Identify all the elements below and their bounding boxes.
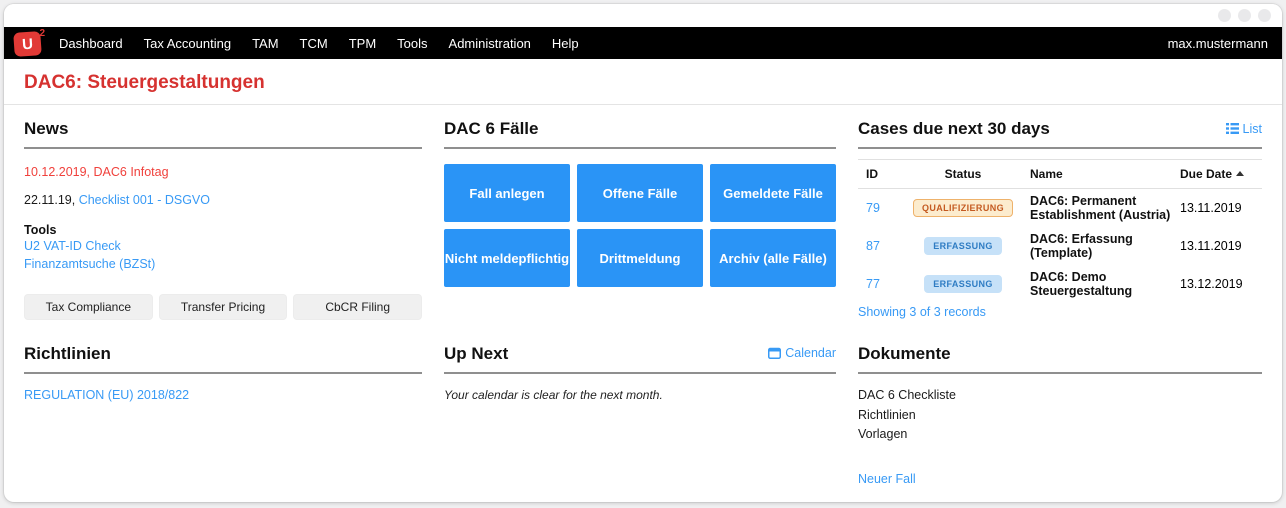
- dac6-faelle-title: DAC 6 Fälle: [444, 119, 538, 139]
- news-item-checklist-link[interactable]: Checklist 001 - DSGVO: [79, 193, 210, 207]
- tile-fall-anlegen[interactable]: Fall anlegen: [444, 164, 570, 222]
- window-titlebar: [4, 4, 1282, 27]
- logo-superscript: 2: [39, 28, 45, 39]
- nav-menu: Dashboard Tax Accounting TAM TCM TPM Too…: [59, 36, 579, 51]
- section-divider: [24, 147, 422, 149]
- user-menu[interactable]: max.mustermann: [1168, 36, 1268, 51]
- main-navbar: U 2 Dashboard Tax Accounting TAM TCM TPM…: [4, 27, 1282, 59]
- dac6-tiles: Fall anlegen Offene Fälle Gemeldete Fäll…: [444, 164, 836, 287]
- case-due-date: 13.11.2019: [1176, 227, 1262, 265]
- table-row: 79 QUALIFIZIERUNG DAC6: Permanent Establ…: [858, 189, 1262, 228]
- section-divider: [444, 147, 836, 149]
- news-section: News 10.12.2019, DAC6 Infotag 22.11.19, …: [24, 119, 422, 320]
- status-badge: ERFASSUNG: [924, 237, 1002, 255]
- nav-item-help[interactable]: Help: [552, 36, 579, 51]
- up-next-section: Up Next Calendar Your calendar is clear …: [444, 344, 836, 488]
- section-divider: [444, 372, 836, 374]
- app-logo[interactable]: U 2: [14, 30, 45, 57]
- document-item-checkliste[interactable]: DAC 6 Checkliste: [858, 386, 1262, 405]
- window-control-button[interactable]: [1218, 9, 1231, 22]
- dashboard-grid: News 10.12.2019, DAC6 Infotag 22.11.19, …: [4, 105, 1282, 488]
- column-header-due-date[interactable]: Due Date: [1176, 160, 1262, 189]
- regulation-link[interactable]: REGULATION (EU) 2018/822: [24, 388, 189, 402]
- news-item-dac6-infotag[interactable]: 10.12.2019, DAC6 Infotag: [24, 165, 422, 179]
- nav-item-tax-accounting[interactable]: Tax Accounting: [144, 36, 231, 51]
- status-badge: ERFASSUNG: [924, 275, 1002, 293]
- table-row: 77 ERFASSUNG DAC6: Demo Steuergestaltung…: [858, 265, 1262, 303]
- dokumente-title: Dokumente: [858, 344, 951, 364]
- case-name: DAC6: Demo Steuergestaltung: [1026, 265, 1176, 303]
- calendar-link[interactable]: Calendar: [768, 346, 836, 360]
- tools-label: Tools: [24, 223, 422, 237]
- window-control-button[interactable]: [1238, 9, 1251, 22]
- list-link[interactable]: List: [1226, 122, 1262, 136]
- neuer-fall-link[interactable]: Neuer Fall: [858, 472, 916, 486]
- tool-link-finanzamtsuche[interactable]: Finanzamtsuche (BZSt): [24, 255, 422, 273]
- sort-ascending-icon: [1236, 171, 1244, 176]
- richtlinien-title: Richtlinien: [24, 344, 111, 364]
- nav-item-tcm[interactable]: TCM: [300, 36, 328, 51]
- nav-item-tpm[interactable]: TPM: [349, 36, 376, 51]
- tool-link-vat-id-check[interactable]: U2 VAT-ID Check: [24, 237, 422, 255]
- calendar-empty-text: Your calendar is clear for the next mont…: [444, 388, 836, 402]
- column-header-id[interactable]: ID: [858, 160, 900, 189]
- case-name: DAC6: Permanent Establishment (Austria): [1026, 189, 1176, 228]
- up-next-title: Up Next: [444, 344, 508, 364]
- calendar-link-label: Calendar: [785, 346, 836, 360]
- cases-table-header-row: ID Status Name Due Date: [858, 160, 1262, 189]
- case-due-date: 13.12.2019: [1176, 265, 1262, 303]
- nav-item-tam[interactable]: TAM: [252, 36, 278, 51]
- dokumente-section: Dokumente DAC 6 Checkliste Richtlinien V…: [858, 344, 1262, 488]
- list-icon: [1226, 123, 1239, 134]
- window-controls: [1218, 9, 1271, 22]
- nav-item-dashboard[interactable]: Dashboard: [59, 36, 123, 51]
- document-item-richtlinien[interactable]: Richtlinien: [858, 406, 1262, 425]
- news-title: News: [24, 119, 68, 139]
- page-title: DAC6: Steuergestaltungen: [24, 72, 1262, 94]
- column-header-name[interactable]: Name: [1026, 160, 1176, 189]
- calendar-icon: [768, 347, 781, 359]
- status-badge: QUALIFIZIERUNG: [913, 199, 1013, 217]
- dac6-faelle-section: DAC 6 Fälle Fall anlegen Offene Fälle Ge…: [444, 119, 836, 320]
- tile-offene-faelle[interactable]: Offene Fälle: [577, 164, 703, 222]
- richtlinien-section: Richtlinien REGULATION (EU) 2018/822: [24, 344, 422, 488]
- tile-nicht-meldepflichtig[interactable]: Nicht meldepflichtig: [444, 229, 570, 287]
- logo-u-icon: U: [13, 31, 42, 57]
- case-id-link[interactable]: 79: [866, 201, 880, 215]
- app-window: U 2 Dashboard Tax Accounting TAM TCM TPM…: [4, 4, 1282, 502]
- tax-compliance-button[interactable]: Tax Compliance: [24, 294, 153, 320]
- list-link-label: List: [1243, 122, 1262, 136]
- cases-table: ID Status Name Due Date 79 QUALIFIZIERUN…: [858, 159, 1262, 303]
- transfer-pricing-button[interactable]: Transfer Pricing: [159, 294, 288, 320]
- news-item-checklist: 22.11.19, Checklist 001 - DSGVO: [24, 193, 422, 207]
- table-row: 87 ERFASSUNG DAC6: Erfassung (Template) …: [858, 227, 1262, 265]
- tile-gemeldete-faelle[interactable]: Gemeldete Fälle: [710, 164, 836, 222]
- column-header-status[interactable]: Status: [900, 160, 1026, 189]
- cases-title: Cases due next 30 days: [858, 119, 1050, 139]
- window-control-button[interactable]: [1258, 9, 1271, 22]
- nav-item-tools[interactable]: Tools: [397, 36, 427, 51]
- tile-drittmeldung[interactable]: Drittmeldung: [577, 229, 703, 287]
- document-item-vorlagen[interactable]: Vorlagen: [858, 425, 1262, 444]
- nav-item-administration[interactable]: Administration: [449, 36, 531, 51]
- news-item-date: 22.11.19,: [24, 193, 79, 207]
- case-id-link[interactable]: 87: [866, 239, 880, 253]
- records-count-text: Showing 3 of 3 records: [858, 305, 1262, 319]
- section-divider: [858, 147, 1262, 149]
- cases-section: Cases due next 30 days List ID Status Na…: [858, 119, 1262, 320]
- case-due-date: 13.11.2019: [1176, 189, 1262, 228]
- cbcr-filing-button[interactable]: CbCR Filing: [293, 294, 422, 320]
- tile-archiv-alle-faelle[interactable]: Archiv (alle Fälle): [710, 229, 836, 287]
- section-divider: [24, 372, 422, 374]
- news-buttons: Tax Compliance Transfer Pricing CbCR Fil…: [24, 294, 422, 320]
- section-divider: [858, 372, 1262, 374]
- case-id-link[interactable]: 77: [866, 277, 880, 291]
- case-name: DAC6: Erfassung (Template): [1026, 227, 1176, 265]
